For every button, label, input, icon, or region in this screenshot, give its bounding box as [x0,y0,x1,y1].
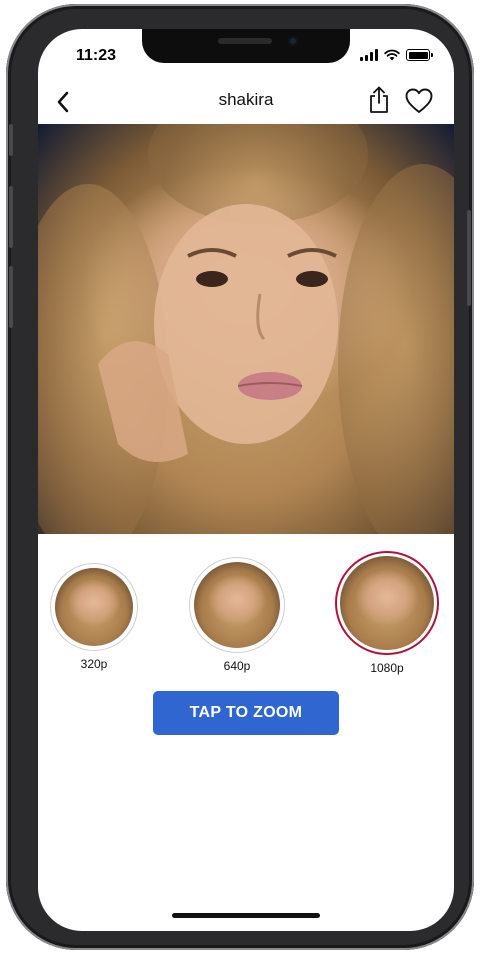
share-icon [370,86,388,113]
tap-to-zoom-button[interactable]: TAP TO ZOOM [153,691,339,735]
thumbnail-image [340,556,434,650]
thumbnail-image [55,568,133,646]
volume-down-button [9,266,13,328]
thumbnail-ring-selected [335,551,439,655]
resolution-label: 1080p [370,661,404,675]
heart-outline-icon [405,88,433,113]
favorite-button[interactable] [402,85,436,117]
portrait-illustration [98,204,338,462]
status-time: 11:23 [76,47,117,64]
resolution-option-640p[interactable]: 640p [189,557,285,673]
resolution-label: 640p [223,659,251,673]
thumbnail-ring [50,563,138,651]
mute-switch [9,124,13,156]
thumbnail-image [194,562,280,648]
screen: 11:23 shakira 320p 640p 1080p TAP TO ZOO… [38,29,454,931]
signal-icon [360,49,378,61]
resolution-options: 320p 640p 1080p [38,551,454,675]
earpiece [218,38,272,44]
nav-bar: shakira [38,79,454,123]
wifi-icon [384,49,400,61]
power-button [467,210,471,306]
status-icons [360,45,433,65]
battery-icon [406,49,433,61]
volume-up-button [9,186,13,248]
resolution-option-320p[interactable]: 320p [50,563,138,671]
resolution-label: 320p [80,657,108,671]
main-photo[interactable] [38,124,454,534]
share-button[interactable] [364,83,394,117]
phone-frame: 11:23 shakira 320p 640p 1080p TAP TO ZOO… [6,4,474,950]
front-camera [288,36,298,46]
notch [142,29,350,63]
resolution-option-1080p[interactable]: 1080p [335,551,439,675]
home-indicator[interactable] [172,913,320,918]
thumbnail-ring [189,557,285,653]
